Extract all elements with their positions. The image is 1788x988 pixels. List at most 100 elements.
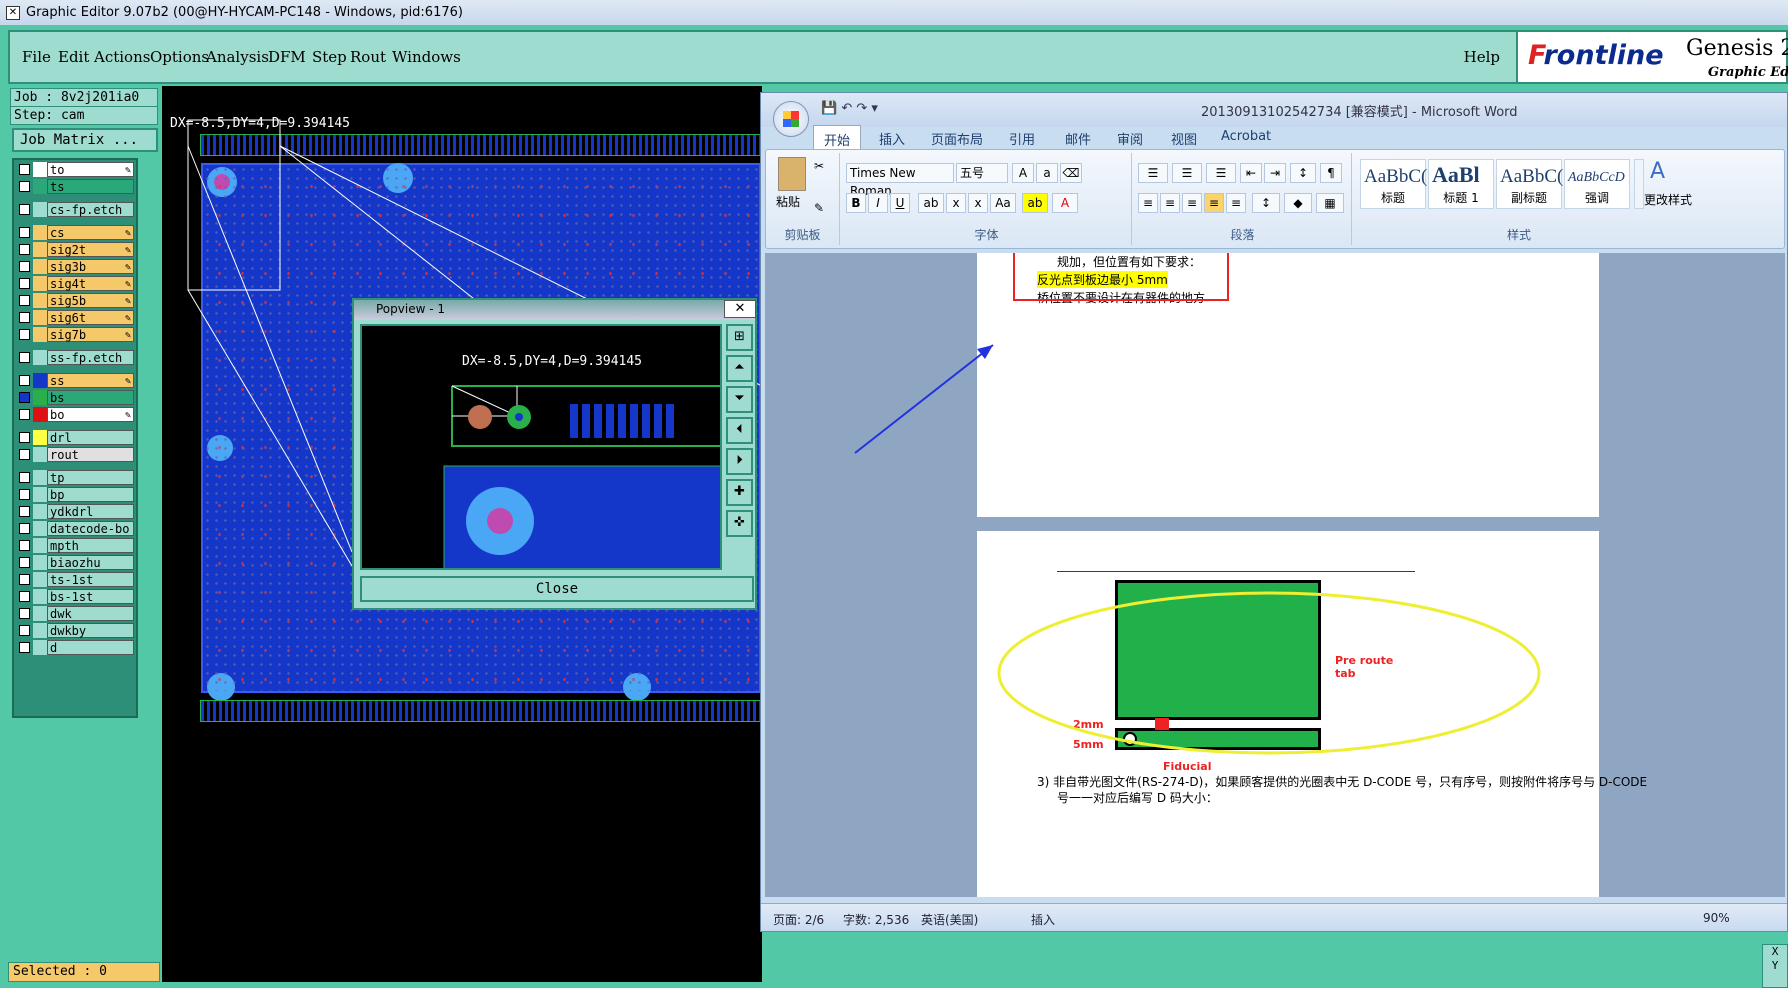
tab-review[interactable]: 审阅 <box>1117 129 1143 148</box>
layer-name[interactable]: cs ✎ <box>47 225 134 240</box>
italic-icon[interactable]: I <box>868 193 888 213</box>
layer-row[interactable]: ydkdrl <box>16 504 134 519</box>
layer-name[interactable]: sig6t ✎ <box>47 310 134 325</box>
layer-color-swatch[interactable] <box>33 162 47 177</box>
paste-icon[interactable] <box>778 157 806 191</box>
layer-color-swatch[interactable] <box>33 350 47 365</box>
status-mode[interactable]: 插入 <box>1031 911 1055 928</box>
layer-color-swatch[interactable] <box>33 179 47 194</box>
align-right-icon[interactable]: ≡ <box>1182 193 1202 213</box>
distribute-icon[interactable]: ≡ <box>1226 193 1246 213</box>
menu-step[interactable]: Step <box>312 48 347 66</box>
layer-checkbox[interactable] <box>19 227 30 238</box>
layer-name[interactable]: ts-1st <box>47 572 134 587</box>
layer-color-swatch[interactable] <box>33 259 47 274</box>
layer-checkbox[interactable] <box>19 352 30 363</box>
style-title[interactable]: AaBbC(标题 <box>1360 159 1427 209</box>
layer-name[interactable]: drl <box>47 430 134 445</box>
align-left-icon[interactable]: ≡ <box>1138 193 1158 213</box>
layer-name[interactable]: ss ✎ <box>47 373 134 388</box>
job-matrix-button[interactable]: Job Matrix ... <box>12 128 158 152</box>
style-heading-1[interactable]: AaBl 标题 1 <box>1428 159 1494 209</box>
tab-page-layout[interactable]: 页面布局 <box>931 129 983 148</box>
layer-row[interactable]: sig7b ✎ <box>16 327 134 342</box>
layer-name[interactable]: datecode-bo <box>47 521 134 536</box>
layer-checkbox[interactable] <box>19 489 30 500</box>
sort-icon[interactable]: ↕ <box>1290 163 1316 183</box>
underline-icon[interactable]: U <box>890 193 910 213</box>
font-size-select[interactable]: 五号 <box>956 163 1008 183</box>
layer-row[interactable]: rout <box>16 447 134 462</box>
layer-color-swatch[interactable] <box>33 242 47 257</box>
layer-checkbox[interactable] <box>19 449 30 460</box>
layer-name[interactable]: sig4t ✎ <box>47 276 134 291</box>
layer-color-swatch[interactable] <box>33 606 47 621</box>
format-painter-icon[interactable]: ✎ <box>814 201 824 215</box>
bold-icon[interactable]: B <box>846 193 866 213</box>
change-styles-button[interactable]: 更改样式 <box>1644 191 1692 208</box>
cut-icon[interactable]: ✂ <box>814 159 824 173</box>
layer-row[interactable]: biaozhu <box>16 555 134 570</box>
layer-checkbox[interactable] <box>19 625 30 636</box>
layer-row[interactable]: bs-1st <box>16 589 134 604</box>
layer-name[interactable]: sig5b ✎ <box>47 293 134 308</box>
layer-row[interactable]: bo ✎ <box>16 407 134 422</box>
layer-checkbox[interactable] <box>19 312 30 323</box>
layer-name[interactable]: biaozhu <box>47 555 134 570</box>
zoom-out-icon[interactable]: ✜ <box>726 510 753 537</box>
shrink-font-icon[interactable]: a <box>1036 163 1058 183</box>
pan-down-icon[interactable]: ⏷ <box>726 386 753 413</box>
menu-edit[interactable]: Edit <box>58 48 89 66</box>
change-styles-icon[interactable]: A <box>1650 159 1665 184</box>
layer-color-swatch[interactable] <box>33 504 47 519</box>
numbering-icon[interactable]: ☰ <box>1172 163 1202 183</box>
style-emphasis[interactable]: AaBbCcD 强调 <box>1564 159 1630 209</box>
zoom-fit-icon[interactable]: ⊞ <box>726 324 753 351</box>
layer-checkbox[interactable] <box>19 540 30 551</box>
layer-checkbox[interactable] <box>19 642 30 653</box>
layer-row[interactable]: sig4t ✎ <box>16 276 134 291</box>
layer-color-swatch[interactable] <box>33 327 47 342</box>
tab-insert[interactable]: 插入 <box>879 129 905 148</box>
layer-color-swatch[interactable] <box>33 373 47 388</box>
layer-row[interactable]: sig2t ✎ <box>16 242 134 257</box>
layer-color-swatch[interactable] <box>33 623 47 638</box>
popview-canvas[interactable]: DX=-8.5,DY=4,D=9.394145 <box>360 324 722 570</box>
menu-dfm[interactable]: DFM <box>268 48 306 66</box>
tab-references[interactable]: 引用 <box>1009 129 1035 148</box>
layer-color-swatch[interactable] <box>33 487 47 502</box>
layer-row[interactable]: ts <box>16 179 134 194</box>
document-area[interactable]: 规加，但位置有如下要求： 反光点到板边最小 5mm 桥位置不要设计在有器件的地方… <box>765 253 1785 897</box>
layer-color-swatch[interactable] <box>33 589 47 604</box>
layer-row[interactable]: drl <box>16 430 134 445</box>
line-spacing-icon[interactable]: ↕ <box>1252 193 1280 213</box>
popview-close-icon[interactable]: ✕ <box>724 300 756 318</box>
layer-checkbox[interactable] <box>19 574 30 585</box>
layer-name[interactable]: ts <box>47 179 134 194</box>
layer-row[interactable]: ss-fp.etch <box>16 350 134 365</box>
layer-checkbox[interactable] <box>19 506 30 517</box>
layer-row[interactable]: dwk <box>16 606 134 621</box>
layer-checkbox[interactable] <box>19 204 30 215</box>
layer-row[interactable]: sig3b ✎ <box>16 259 134 274</box>
layer-color-swatch[interactable] <box>33 572 47 587</box>
tab-acrobat[interactable]: Acrobat <box>1221 129 1271 144</box>
layer-color-swatch[interactable] <box>33 407 47 422</box>
layer-name[interactable]: sig3b ✎ <box>47 259 134 274</box>
layer-checkbox[interactable] <box>19 329 30 340</box>
layer-color-swatch[interactable] <box>33 310 47 325</box>
layer-row[interactable]: ss ✎ <box>16 373 134 388</box>
layer-row[interactable]: ts-1st <box>16 572 134 587</box>
grow-font-icon[interactable]: A <box>1012 163 1034 183</box>
layer-row[interactable]: dwkby <box>16 623 134 638</box>
layer-checkbox[interactable] <box>19 472 30 483</box>
layer-name[interactable]: bs-1st <box>47 589 134 604</box>
layer-color-swatch[interactable] <box>33 447 47 462</box>
layer-color-swatch[interactable] <box>33 225 47 240</box>
menu-rout[interactable]: Rout <box>350 48 386 66</box>
layer-checkbox[interactable] <box>19 278 30 289</box>
subscript-icon[interactable]: x <box>946 193 966 213</box>
align-center-icon[interactable]: ≡ <box>1160 193 1180 213</box>
layer-row[interactable]: mpth <box>16 538 134 553</box>
layer-row[interactable]: bs <box>16 390 134 405</box>
